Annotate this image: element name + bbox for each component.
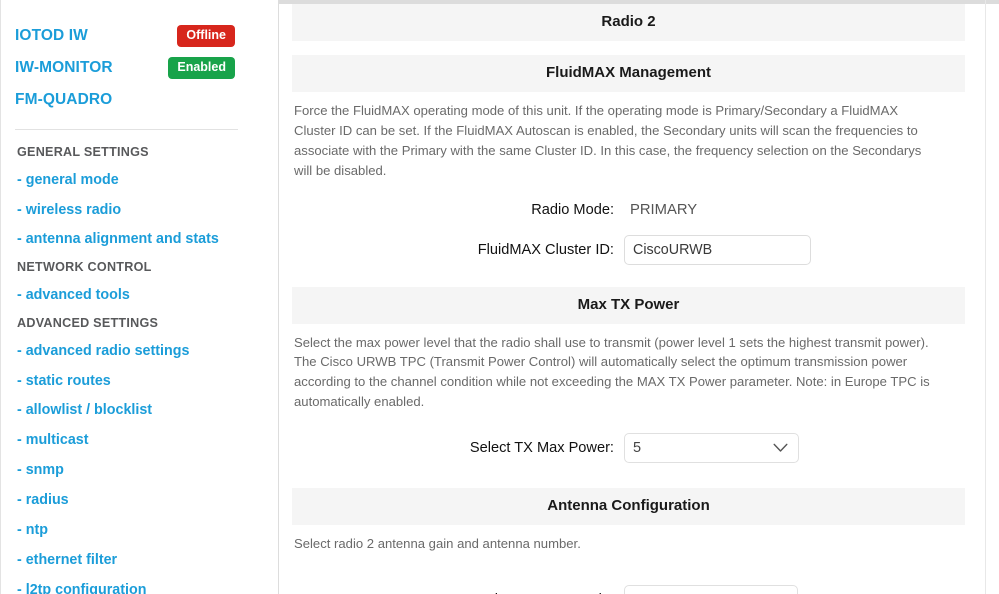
sidebar: IOTOD IW Offline IW-MONITOR Enabled FM-Q… [0,0,279,594]
select-antenna-gain[interactable]: UNSELECTED [624,585,798,594]
sidebar-item-general-mode[interactable]: - general mode [15,166,264,196]
sidebar-brand-iw-monitor[interactable]: IW-MONITOR Enabled [15,52,264,84]
sidebar-item-snmp[interactable]: - snmp [15,456,264,486]
sidebar-item-advanced-tools[interactable]: - advanced tools [15,281,264,311]
sidebar-item-wireless-radio[interactable]: - wireless radio [15,196,264,226]
nav-group-advanced-settings: ADVANCED SETTINGS [17,315,159,330]
field-row-tx-max-power: Select TX Max Power: 5 [292,433,965,464]
sidebar-item-multicast[interactable]: - multicast [15,426,264,456]
section-header-antenna-configuration: Antenna Configuration [292,488,965,526]
sidebar-brand-fm-quadro[interactable]: FM-QUADRO [15,84,264,116]
sidebar-divider [15,129,238,130]
field-row-fluidmax-cluster-id: FluidMAX Cluster ID: [292,234,965,265]
radio-mode-value: PRIMARY [630,201,698,218]
nav-group-network-control: NETWORK CONTROL [17,260,152,275]
section-header-fluidmax-management: FluidMAX Management [292,55,965,92]
nav-group-general-settings: GENERAL SETTINGS [17,145,149,159]
sidebar-brand-iotod-iw[interactable]: IOTOD IW Offline [15,20,264,52]
field-row-antenna-gain: Select Antenna Gain: UNSELECTED [292,585,965,594]
main-content: Radio 2 FluidMAX Management Force the Fl… [279,0,999,594]
sidebar-item-ntp[interactable]: - ntp [15,516,264,546]
sidebar-link-iw-monitor[interactable]: IW-MONITOR [15,59,113,77]
select-tx-max-power[interactable]: 5 [624,433,799,464]
select-antenna-gain-wrapper[interactable]: UNSELECTED [624,585,798,594]
sidebar-item-static-routes[interactable]: - static routes [15,367,264,397]
sidebar-item-antenna-alignment-and-stats[interactable]: - antenna alignment and stats [15,225,264,255]
sidebar-item-ethernet-filter[interactable]: - ethernet filter [15,546,264,576]
radio-mode-label: Radio Mode: [531,201,614,218]
status-badge-offline: Offline [177,25,235,47]
page-title: Radio 2 [292,4,965,41]
content-right-border [985,0,986,594]
field-row-radio-mode: Radio Mode: PRIMARY [292,202,965,218]
section-description-fluidmax-management: Force the FluidMAX operating mode of thi… [294,103,922,178]
select-tx-max-power-label: Select TX Max Power: [469,440,614,457]
sidebar-item-radius[interactable]: - radius [15,486,264,516]
select-tx-max-power-wrapper[interactable]: 5 [624,433,799,464]
sidebar-item-l2tp-configuration[interactable]: - l2tp configuration [15,576,264,594]
sidebar-link-iotod-iw[interactable]: IOTOD IW [15,27,88,45]
status-badge-enabled: Enabled [168,57,235,79]
sidebar-item-allowlist-blocklist[interactable]: - allowlist / blocklist [15,396,264,426]
section-header-max-tx-power: Max TX Power [292,286,965,324]
fluidmax-cluster-id-label: FluidMAX Cluster ID: [477,241,614,258]
sidebar-link-fm-quadro[interactable]: FM-QUADRO [15,91,112,109]
section-description-antenna-configuration: Select radio 2 antenna gain and antenna … [294,536,581,552]
fluidmax-cluster-id-input[interactable] [624,234,811,265]
section-description-max-tx-power: Select the max power level that the radi… [294,334,930,410]
settings-page: IOTOD IW Offline IW-MONITOR Enabled FM-Q… [0,0,999,594]
sidebar-item-advanced-radio-settings[interactable]: - advanced radio settings [15,337,264,367]
